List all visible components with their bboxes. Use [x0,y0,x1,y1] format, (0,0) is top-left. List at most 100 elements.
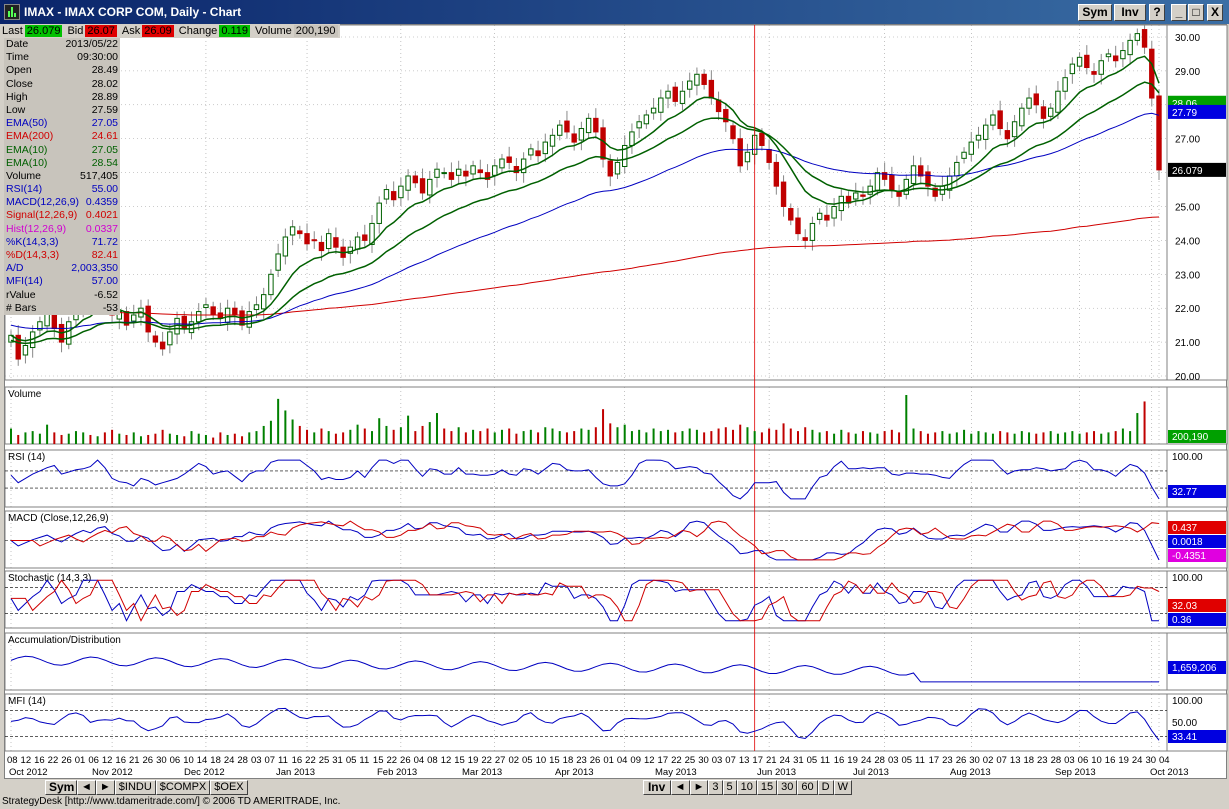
title-inv-button[interactable]: Inv [1114,4,1146,21]
x-day-tick: 31 [332,755,343,766]
volume-bar [371,431,374,444]
data-window-value: 28.89 [91,90,118,103]
volume-bar [10,428,12,444]
data-window-value: 28.02 [91,77,118,90]
volume-bar [139,436,142,444]
data-window-row: Volume 517,405 [4,170,120,183]
volume-bar [674,432,677,444]
candle-body [730,125,736,140]
candle-body [816,212,823,220]
x-day-tick: 26 [400,755,411,766]
rsi-label: RSI (14) [8,452,45,463]
period-tab[interactable]: 10 [736,779,757,795]
volume-bar [168,433,171,444]
data-window-label: EMA(200) [6,130,54,143]
candle-body [1076,56,1083,67]
candle-body [686,80,693,90]
price-tick-label: 30.00 [1175,33,1200,44]
volume-bar [385,425,388,444]
x-day-tick: 26 [590,755,601,766]
quote-value: 200,190 [293,25,338,37]
volume-bar [529,429,532,444]
sym-button[interactable]: Sym [45,779,77,795]
period-tab[interactable]: 3 [708,779,723,795]
title-sym-button[interactable]: Sym [1078,4,1112,21]
minimize-button[interactable]: _ [1171,4,1187,21]
quote-label: Last [2,25,23,37]
data-window-value: 57.00 [91,275,118,288]
data-window-value: 28.49 [91,64,118,77]
x-day-tick: 15 [454,755,465,766]
period-tab[interactable]: W [833,779,852,795]
maximize-button[interactable]: □ [1188,4,1204,21]
data-window-value: 27.05 [91,117,118,130]
volume-bar [349,429,352,444]
candle-body [788,208,794,221]
data-window-label: MACD(12,26,9) [6,196,79,209]
help-button[interactable]: ? [1149,4,1165,21]
volume-bar [82,432,85,444]
candle-body [506,156,512,163]
candle-body [318,241,325,252]
volume-bar [854,433,857,444]
volume-bar [883,431,886,444]
symbol-tab[interactable]: $COMPX [155,779,211,795]
macd-frame [4,510,1168,569]
inv-button[interactable]: Inv [642,779,671,795]
candle-body [1098,60,1104,75]
data-window-value: 71.72 [91,235,118,248]
candle-body [22,344,29,356]
nav-right-button[interactable]: ► [95,779,115,795]
volume-bar [623,424,626,444]
candle-body [427,178,433,196]
candle-body [1019,107,1025,127]
nav-left-button[interactable]: ◄ [77,779,96,795]
close-button[interactable]: X [1207,4,1223,21]
x-day-tick: 08 [427,755,438,766]
data-window-label: RSI(14) [6,183,43,196]
period-right-button[interactable]: ► [689,779,709,795]
volume-bar [298,425,301,444]
x-day-tick: 02 [508,755,519,766]
symbol-tab[interactable]: $OEX [210,779,248,795]
period-left-button[interactable]: ◄ [670,779,690,795]
x-day-tick: 08 [7,755,18,766]
volume-bar [269,420,272,444]
x-day-tick: 11 [359,755,369,766]
x-month-tick: Dec 2012 [184,767,225,778]
candle-body [499,158,505,169]
candle-body [1084,54,1090,69]
volume-bar [912,428,915,444]
data-window-label: Signal(12,26,9) [6,209,78,222]
volume-bar [1042,432,1045,444]
x-month-tick: Jul 2013 [853,767,889,778]
x-day-tick: 12 [441,755,452,766]
data-window-row: Low 27.59 [4,104,120,117]
x-day-tick: 07 [996,755,1007,766]
period-tab[interactable]: D [817,779,834,795]
period-tab[interactable]: 5 [722,779,737,795]
volume-bar [190,431,193,444]
data-window-row: Signal(12,26,9) 0.4021 [4,209,120,222]
x-day-tick: 28 [237,755,248,766]
volume-bar [219,432,222,444]
volume-bar [327,431,330,444]
period-tab[interactable]: 30 [777,779,798,795]
volume-bar [688,428,691,444]
period-tab[interactable]: 60 [797,779,818,795]
candle-body [152,335,159,343]
volume-bar [1013,433,1016,444]
volume-bar [428,422,431,444]
symbol-tab[interactable]: $INDU [114,779,156,795]
candle-body [824,214,830,221]
data-window-row: # Bars -53 [4,302,120,315]
data-window-label: # Bars [6,301,37,314]
candle-body [188,321,195,334]
chart-area[interactable]: 30.0029.0028.0027.0026.0025.0024.0023.00… [4,19,1228,779]
volume-bar [1129,431,1132,444]
data-window-row: A/D 2,003,350 [4,262,120,275]
candle-body [1120,50,1126,60]
period-tab[interactable]: 15 [756,779,778,795]
candle-body [311,239,317,242]
price-tick-label: 27.00 [1175,135,1200,146]
